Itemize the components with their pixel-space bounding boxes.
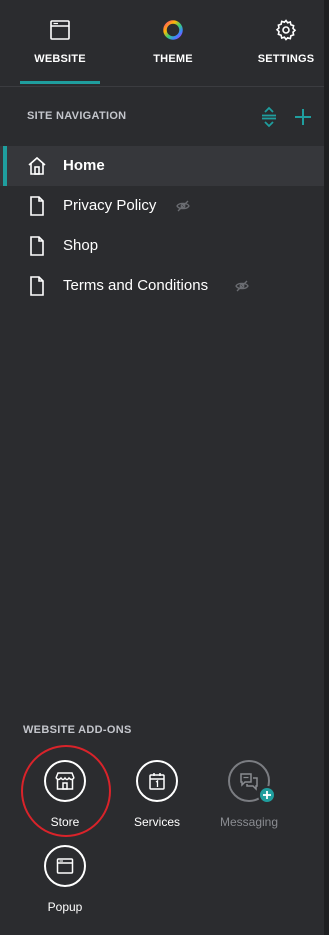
tab-theme-label: THEME <box>153 53 193 65</box>
panel-edge <box>324 0 329 935</box>
add-messaging-plus-icon[interactable] <box>258 786 276 804</box>
active-tab-indicator <box>20 81 100 84</box>
page-icon <box>30 236 44 256</box>
addon-services[interactable]: Services <box>117 760 197 830</box>
gear-icon <box>275 19 297 41</box>
page-label: Home <box>63 157 105 174</box>
addon-label: Popup <box>47 900 83 914</box>
page-item-home[interactable]: Home <box>0 146 324 186</box>
addon-store-circle <box>44 760 86 802</box>
addon-popup[interactable]: Popup <box>25 845 105 915</box>
add-page-icon[interactable] <box>292 106 314 128</box>
addon-label: Messaging <box>219 815 279 829</box>
chat-icon <box>240 773 258 791</box>
addon-store[interactable]: Store <box>25 760 105 830</box>
hidden-eye-icon <box>176 200 190 212</box>
addon-label: Store <box>50 815 80 829</box>
page-icon <box>30 196 44 216</box>
addon-services-circle <box>136 760 178 802</box>
website-addons-heading: WEBSITE ADD-ONS <box>23 724 132 736</box>
page-icon <box>30 276 44 296</box>
addon-popup-circle <box>44 845 86 887</box>
page-label: Privacy Policy <box>63 197 157 214</box>
page-label: Shop <box>63 237 99 254</box>
tab-theme[interactable]: THEME <box>133 0 213 86</box>
hidden-eye-icon <box>235 280 249 292</box>
color-wheel-icon <box>163 20 183 40</box>
divider <box>0 86 324 87</box>
calendar-icon <box>149 773 165 790</box>
site-navigation-heading: SITE NAVIGATION <box>27 110 127 122</box>
page-item-privacy-policy[interactable]: Privacy Policy <box>0 186 324 226</box>
tab-settings-label: SETTINGS <box>257 53 315 65</box>
popup-window-icon <box>56 858 74 874</box>
reorder-pages-icon[interactable] <box>259 106 279 128</box>
tab-settings[interactable]: SETTINGS <box>246 0 326 86</box>
page-item-terms-and-conditions[interactable]: Terms and Conditions <box>0 266 324 306</box>
home-icon <box>28 156 46 175</box>
addon-label: Services <box>133 815 180 829</box>
page-label: Terms and Conditions <box>63 277 209 294</box>
page-list: Home Privacy Policy Shop Terms and Condi… <box>0 146 324 306</box>
top-tabs: WEBSITE THEME SETTINGS <box>0 0 324 86</box>
store-icon <box>55 772 75 790</box>
page-item-shop[interactable]: Shop <box>0 226 324 266</box>
addon-messaging[interactable]: Messaging <box>209 760 289 830</box>
tab-website[interactable]: WEBSITE <box>20 0 100 86</box>
tab-website-label: WEBSITE <box>34 53 86 65</box>
browser-window-icon <box>50 20 70 40</box>
